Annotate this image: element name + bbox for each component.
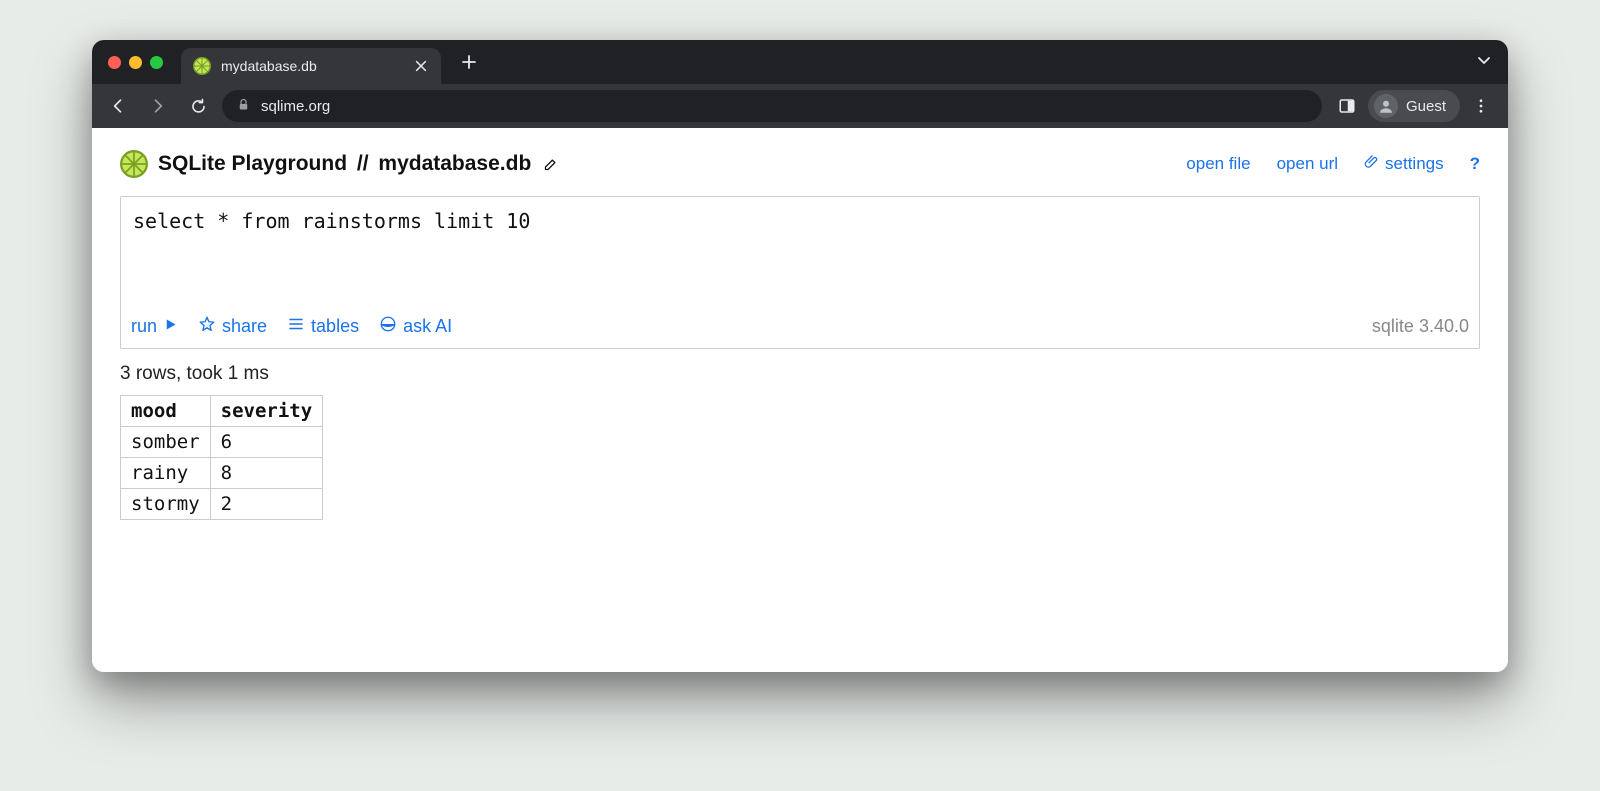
kebab-menu-button[interactable] [1464, 89, 1498, 123]
sqlite-version: sqlite 3.40.0 [1372, 316, 1469, 337]
table-row: rainy8 [121, 458, 323, 489]
table-cell: somber [121, 427, 211, 458]
header-links: open file open url settings ? [1186, 154, 1480, 174]
share-button[interactable]: share [198, 315, 267, 338]
help-link[interactable]: ? [1470, 154, 1480, 174]
close-window-button[interactable] [108, 56, 121, 69]
table-cell: stormy [121, 489, 211, 520]
sql-editor[interactable] [121, 197, 1479, 307]
browser-window: mydatabase.db sqlime.org [92, 40, 1508, 672]
tab-list-button[interactable] [1470, 46, 1498, 79]
page-header: SQLite Playground // mydatabase.db open … [120, 150, 1480, 178]
column-header: mood [121, 396, 211, 427]
result-status: 3 rows, took 1 ms [120, 363, 1480, 385]
app-logo-icon [120, 150, 148, 178]
window-controls [108, 56, 163, 69]
edit-name-icon[interactable] [543, 157, 558, 172]
play-icon [163, 316, 178, 337]
open-url-link[interactable]: open url [1277, 154, 1338, 174]
lime-favicon-icon [193, 57, 211, 75]
paperclip-icon [1364, 154, 1379, 174]
editor-panel: run share tables ask AI sqlite 3.40.0 [120, 196, 1480, 349]
forward-button[interactable] [142, 90, 174, 122]
address-bar[interactable]: sqlime.org [222, 90, 1322, 122]
globe-icon [379, 315, 397, 338]
star-icon [198, 315, 216, 338]
browser-tab[interactable]: mydatabase.db [181, 48, 441, 84]
new-tab-button[interactable] [455, 48, 483, 76]
page-title: SQLite Playground // mydatabase.db [158, 152, 558, 176]
reload-button[interactable] [182, 90, 214, 122]
table-row: somber6 [121, 427, 323, 458]
open-file-link[interactable]: open file [1186, 154, 1250, 174]
settings-link[interactable]: settings [1364, 154, 1444, 174]
lock-icon [236, 97, 251, 116]
back-button[interactable] [102, 90, 134, 122]
close-tab-icon[interactable] [413, 58, 429, 74]
side-panel-button[interactable] [1330, 89, 1364, 123]
tables-button[interactable]: tables [287, 315, 359, 338]
table-cell: rainy [121, 458, 211, 489]
browser-toolbar: sqlime.org Guest [92, 84, 1508, 128]
tab-title: mydatabase.db [221, 58, 317, 74]
database-name: mydatabase.db [378, 152, 531, 175]
app-name: SQLite Playground [158, 152, 347, 175]
page-content: SQLite Playground // mydatabase.db open … [92, 128, 1508, 672]
tab-strip: mydatabase.db [92, 40, 1508, 84]
ask-ai-button[interactable]: ask AI [379, 315, 452, 338]
table-cell: 6 [210, 427, 323, 458]
minimize-window-button[interactable] [129, 56, 142, 69]
maximize-window-button[interactable] [150, 56, 163, 69]
column-header: severity [210, 396, 323, 427]
editor-toolbar: run share tables ask AI sqlite 3.40.0 [121, 307, 1479, 348]
run-button[interactable]: run [131, 316, 178, 337]
title-separator: // [357, 152, 369, 175]
table-cell: 2 [210, 489, 323, 520]
table-cell: 8 [210, 458, 323, 489]
avatar-icon [1374, 94, 1398, 118]
profile-button[interactable]: Guest [1368, 90, 1460, 122]
profile-label: Guest [1406, 98, 1446, 115]
result-table: moodseverity somber6rainy8stormy2 [120, 395, 323, 520]
table-row: stormy2 [121, 489, 323, 520]
list-icon [287, 315, 305, 338]
url-text: sqlime.org [261, 98, 330, 115]
